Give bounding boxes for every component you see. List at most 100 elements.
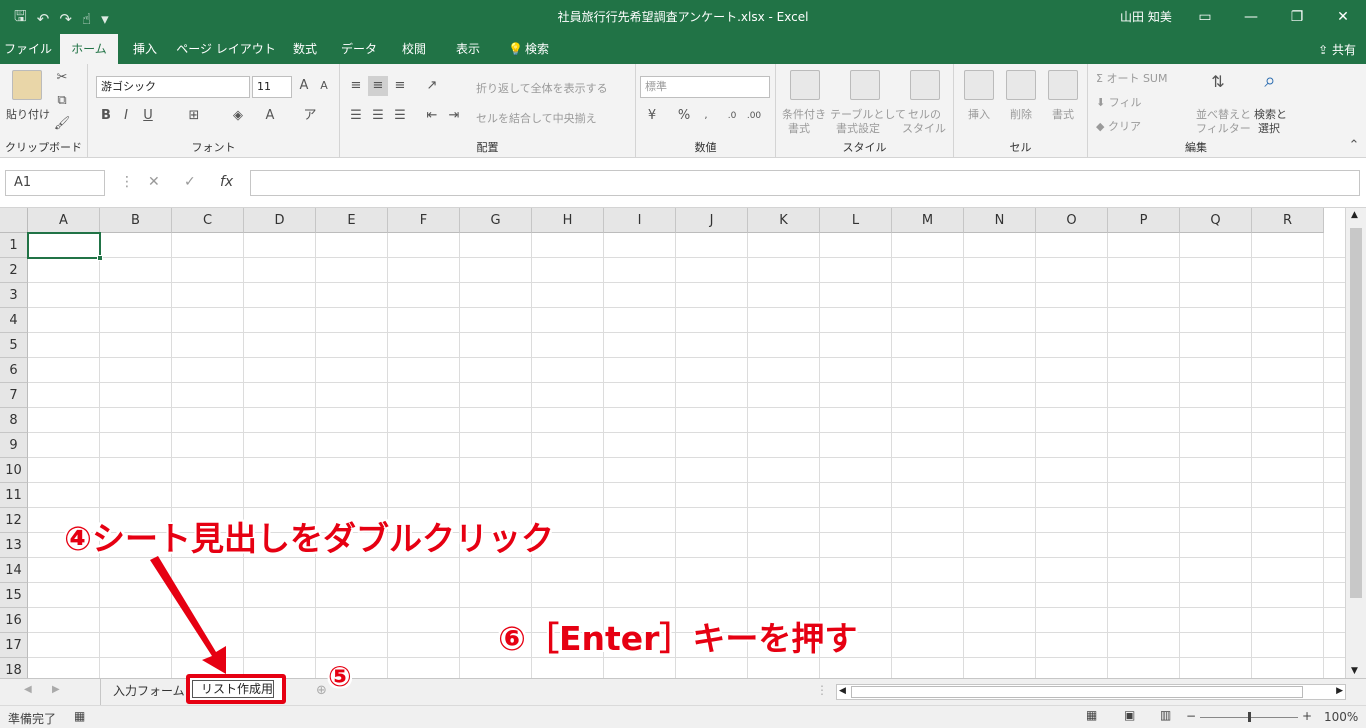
minimize-button[interactable]: — xyxy=(1228,0,1274,34)
next-sheet-icon[interactable]: ▶ xyxy=(52,684,60,695)
normal-view-icon[interactable]: ▦ xyxy=(1086,708,1097,722)
column-header-a[interactable]: A xyxy=(28,208,100,233)
column-header-n[interactable]: N xyxy=(964,208,1036,233)
name-box[interactable]: A1 xyxy=(5,170,105,196)
fill-button[interactable]: ⬇ フィル xyxy=(1096,94,1142,110)
phonetic-icon[interactable]: ア xyxy=(300,106,320,126)
row-header-1[interactable]: 1 xyxy=(0,233,28,258)
column-header-r[interactable]: R xyxy=(1252,208,1324,233)
sort-filter-icon[interactable]: ⇅ xyxy=(1208,72,1228,92)
vertical-scroll-thumb[interactable] xyxy=(1350,228,1362,598)
autosum-button[interactable]: Σ オート SUM xyxy=(1096,70,1167,86)
row-header-3[interactable]: 3 xyxy=(0,283,28,308)
cancel-entry-icon[interactable]: ✕ xyxy=(148,174,160,190)
format-as-table-icon[interactable] xyxy=(850,70,880,100)
tab-home[interactable]: ホーム xyxy=(60,34,118,64)
formula-input[interactable] xyxy=(250,170,1360,196)
active-cell-a1[interactable] xyxy=(27,232,101,259)
column-header-k[interactable]: K xyxy=(748,208,820,233)
tab-page-layout[interactable]: ページ レイアウト xyxy=(176,34,276,64)
conditional-formatting-line2[interactable]: 書式 xyxy=(788,120,810,136)
underline-button[interactable]: U xyxy=(138,106,158,126)
font-size-select[interactable]: 11 xyxy=(252,76,292,98)
delete-cells-icon[interactable] xyxy=(1006,70,1036,100)
cell-styles-line2[interactable]: スタイル xyxy=(902,120,946,136)
align-right-icon[interactable]: ☰ xyxy=(390,106,410,126)
format-painter-icon[interactable]: 🖌 xyxy=(52,114,72,134)
sheet-tab-input-form[interactable]: 入力フォーム xyxy=(100,679,186,705)
row-header-16[interactable]: 16 xyxy=(0,608,28,633)
column-header-d[interactable]: D xyxy=(244,208,316,233)
scroll-up-icon[interactable]: ▲ xyxy=(1351,210,1358,220)
row-header-14[interactable]: 14 xyxy=(0,558,28,583)
column-header-m[interactable]: M xyxy=(892,208,964,233)
tab-file[interactable]: ファイル xyxy=(0,34,56,64)
italic-button[interactable]: I xyxy=(116,106,136,126)
format-cells-button[interactable]: 書式 xyxy=(1052,106,1074,122)
scroll-down-icon[interactable]: ▼ xyxy=(1351,666,1358,676)
macro-record-icon[interactable]: ▦ xyxy=(74,709,85,723)
decrease-decimal-icon[interactable]: .00 xyxy=(744,106,764,126)
formula-bar-options-icon[interactable]: ⋮ xyxy=(120,174,134,190)
grow-font-icon[interactable]: A xyxy=(294,76,314,96)
paste-button[interactable]: 貼り付け xyxy=(6,106,50,122)
shrink-font-icon[interactable]: A xyxy=(314,76,334,96)
tab-view[interactable]: 表示 xyxy=(446,34,490,64)
format-cells-icon[interactable] xyxy=(1048,70,1078,100)
insert-cells-button[interactable]: 挿入 xyxy=(968,106,990,122)
percent-button[interactable]: % xyxy=(674,106,694,126)
align-middle-icon[interactable]: ≡ xyxy=(368,76,388,96)
horizontal-scrollbar[interactable]: ◀ ▶ xyxy=(836,684,1346,700)
insert-cells-icon[interactable] xyxy=(964,70,994,100)
row-header-15[interactable]: 15 xyxy=(0,583,28,608)
column-header-g[interactable]: G xyxy=(460,208,532,233)
cell-styles-icon[interactable] xyxy=(910,70,940,100)
column-header-c[interactable]: C xyxy=(172,208,244,233)
column-header-l[interactable]: L xyxy=(820,208,892,233)
horizontal-scroll-thumb[interactable] xyxy=(851,686,1303,698)
insert-function-button[interactable]: fx xyxy=(220,174,233,190)
cut-icon[interactable]: ✂ xyxy=(52,68,72,88)
merge-center-button[interactable]: セルを結合して中央揃え xyxy=(476,110,597,126)
fill-handle[interactable] xyxy=(97,255,103,261)
row-header-5[interactable]: 5 xyxy=(0,333,28,358)
font-color-icon[interactable]: A xyxy=(260,106,280,126)
sheet-tab-list-editing[interactable]: リスト作成用 xyxy=(192,680,274,698)
page-break-view-icon[interactable]: ▥ xyxy=(1160,708,1171,722)
tab-search[interactable]: 💡 検索 xyxy=(504,34,556,64)
row-header-10[interactable]: 10 xyxy=(0,458,28,483)
bold-button[interactable]: B xyxy=(96,106,116,126)
font-name-select[interactable]: 游ゴシック xyxy=(96,76,250,98)
comma-style-icon[interactable]: , xyxy=(696,106,716,126)
copy-icon[interactable]: ⧉ xyxy=(52,91,72,111)
row-header-4[interactable]: 4 xyxy=(0,308,28,333)
confirm-entry-icon[interactable]: ✓ xyxy=(184,174,196,190)
scroll-left-icon[interactable]: ◀ xyxy=(839,686,846,696)
ribbon-display-options-icon[interactable]: ▭ xyxy=(1182,0,1228,34)
collapse-ribbon-icon[interactable]: ⌃ xyxy=(1344,136,1364,156)
vertical-scrollbar[interactable]: ▲ ▼ xyxy=(1345,208,1366,678)
accounting-format-icon[interactable]: ¥ xyxy=(642,106,662,126)
column-header-f[interactable]: F xyxy=(388,208,460,233)
increase-decimal-icon[interactable]: .0 xyxy=(722,106,742,126)
find-select-line2[interactable]: 選択 xyxy=(1258,120,1280,136)
align-bottom-icon[interactable]: ≡ xyxy=(390,76,410,96)
clear-button[interactable]: ◆ クリア xyxy=(1096,118,1141,134)
tab-review[interactable]: 校閲 xyxy=(392,34,436,64)
row-header-9[interactable]: 9 xyxy=(0,433,28,458)
column-header-j[interactable]: J xyxy=(676,208,748,233)
page-layout-view-icon[interactable]: ▣ xyxy=(1124,708,1135,722)
tab-split-icon[interactable]: ⋮ xyxy=(816,683,828,697)
column-header-b[interactable]: B xyxy=(100,208,172,233)
tab-insert[interactable]: 挿入 xyxy=(122,34,168,64)
row-header-6[interactable]: 6 xyxy=(0,358,28,383)
user-name[interactable]: 山田 知美 xyxy=(1120,8,1172,25)
zoom-slider-thumb[interactable] xyxy=(1248,712,1251,722)
column-header-p[interactable]: P xyxy=(1108,208,1180,233)
select-all-button[interactable] xyxy=(0,208,28,233)
increase-indent-icon[interactable]: ⇥ xyxy=(444,106,464,126)
orientation-icon[interactable]: ↗ xyxy=(422,76,442,96)
close-button[interactable]: ✕ xyxy=(1320,0,1366,34)
column-header-o[interactable]: O xyxy=(1036,208,1108,233)
row-header-7[interactable]: 7 xyxy=(0,383,28,408)
